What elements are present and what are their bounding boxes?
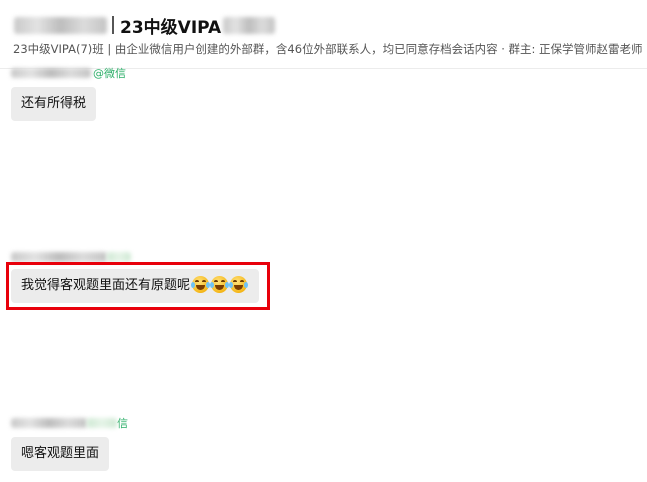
redacted-platform-label <box>87 418 117 428</box>
redacted-platform-label <box>107 252 131 262</box>
message-text: 嗯客观题里面 <box>21 446 100 461</box>
message-sender[interactable]: @微信 <box>11 66 126 80</box>
redacted-sender-name <box>11 418 87 428</box>
group-subtitle: 23中级VIPA(7)班 | 由企业微信用户创建的外部群，含46位外部联系人，均… <box>13 42 643 56</box>
redacted-sender-name <box>11 252 107 262</box>
redacted-title-suffix <box>223 16 276 34</box>
group-title: 23中级VIPA <box>120 17 222 38</box>
platform-label: 信 <box>117 417 128 430</box>
platform-label: @微信 <box>93 67 126 80</box>
title-row: 23中级VIPA <box>14 12 276 38</box>
redacted-name <box>14 16 107 34</box>
chat-header: 23中级VIPA 23中级VIPA(7)班 | 由企业微信用户创建的外部群，含4… <box>0 0 647 69</box>
redacted-sender-name <box>11 68 91 78</box>
message-sender[interactable]: 信 <box>11 416 128 430</box>
title-separator <box>112 16 114 34</box>
message-bubble[interactable]: 嗯客观题里面 <box>11 437 110 471</box>
message-text: 还有所得税 <box>21 96 87 111</box>
highlight-box <box>6 262 270 310</box>
message-bubble[interactable]: 还有所得税 <box>11 87 97 121</box>
